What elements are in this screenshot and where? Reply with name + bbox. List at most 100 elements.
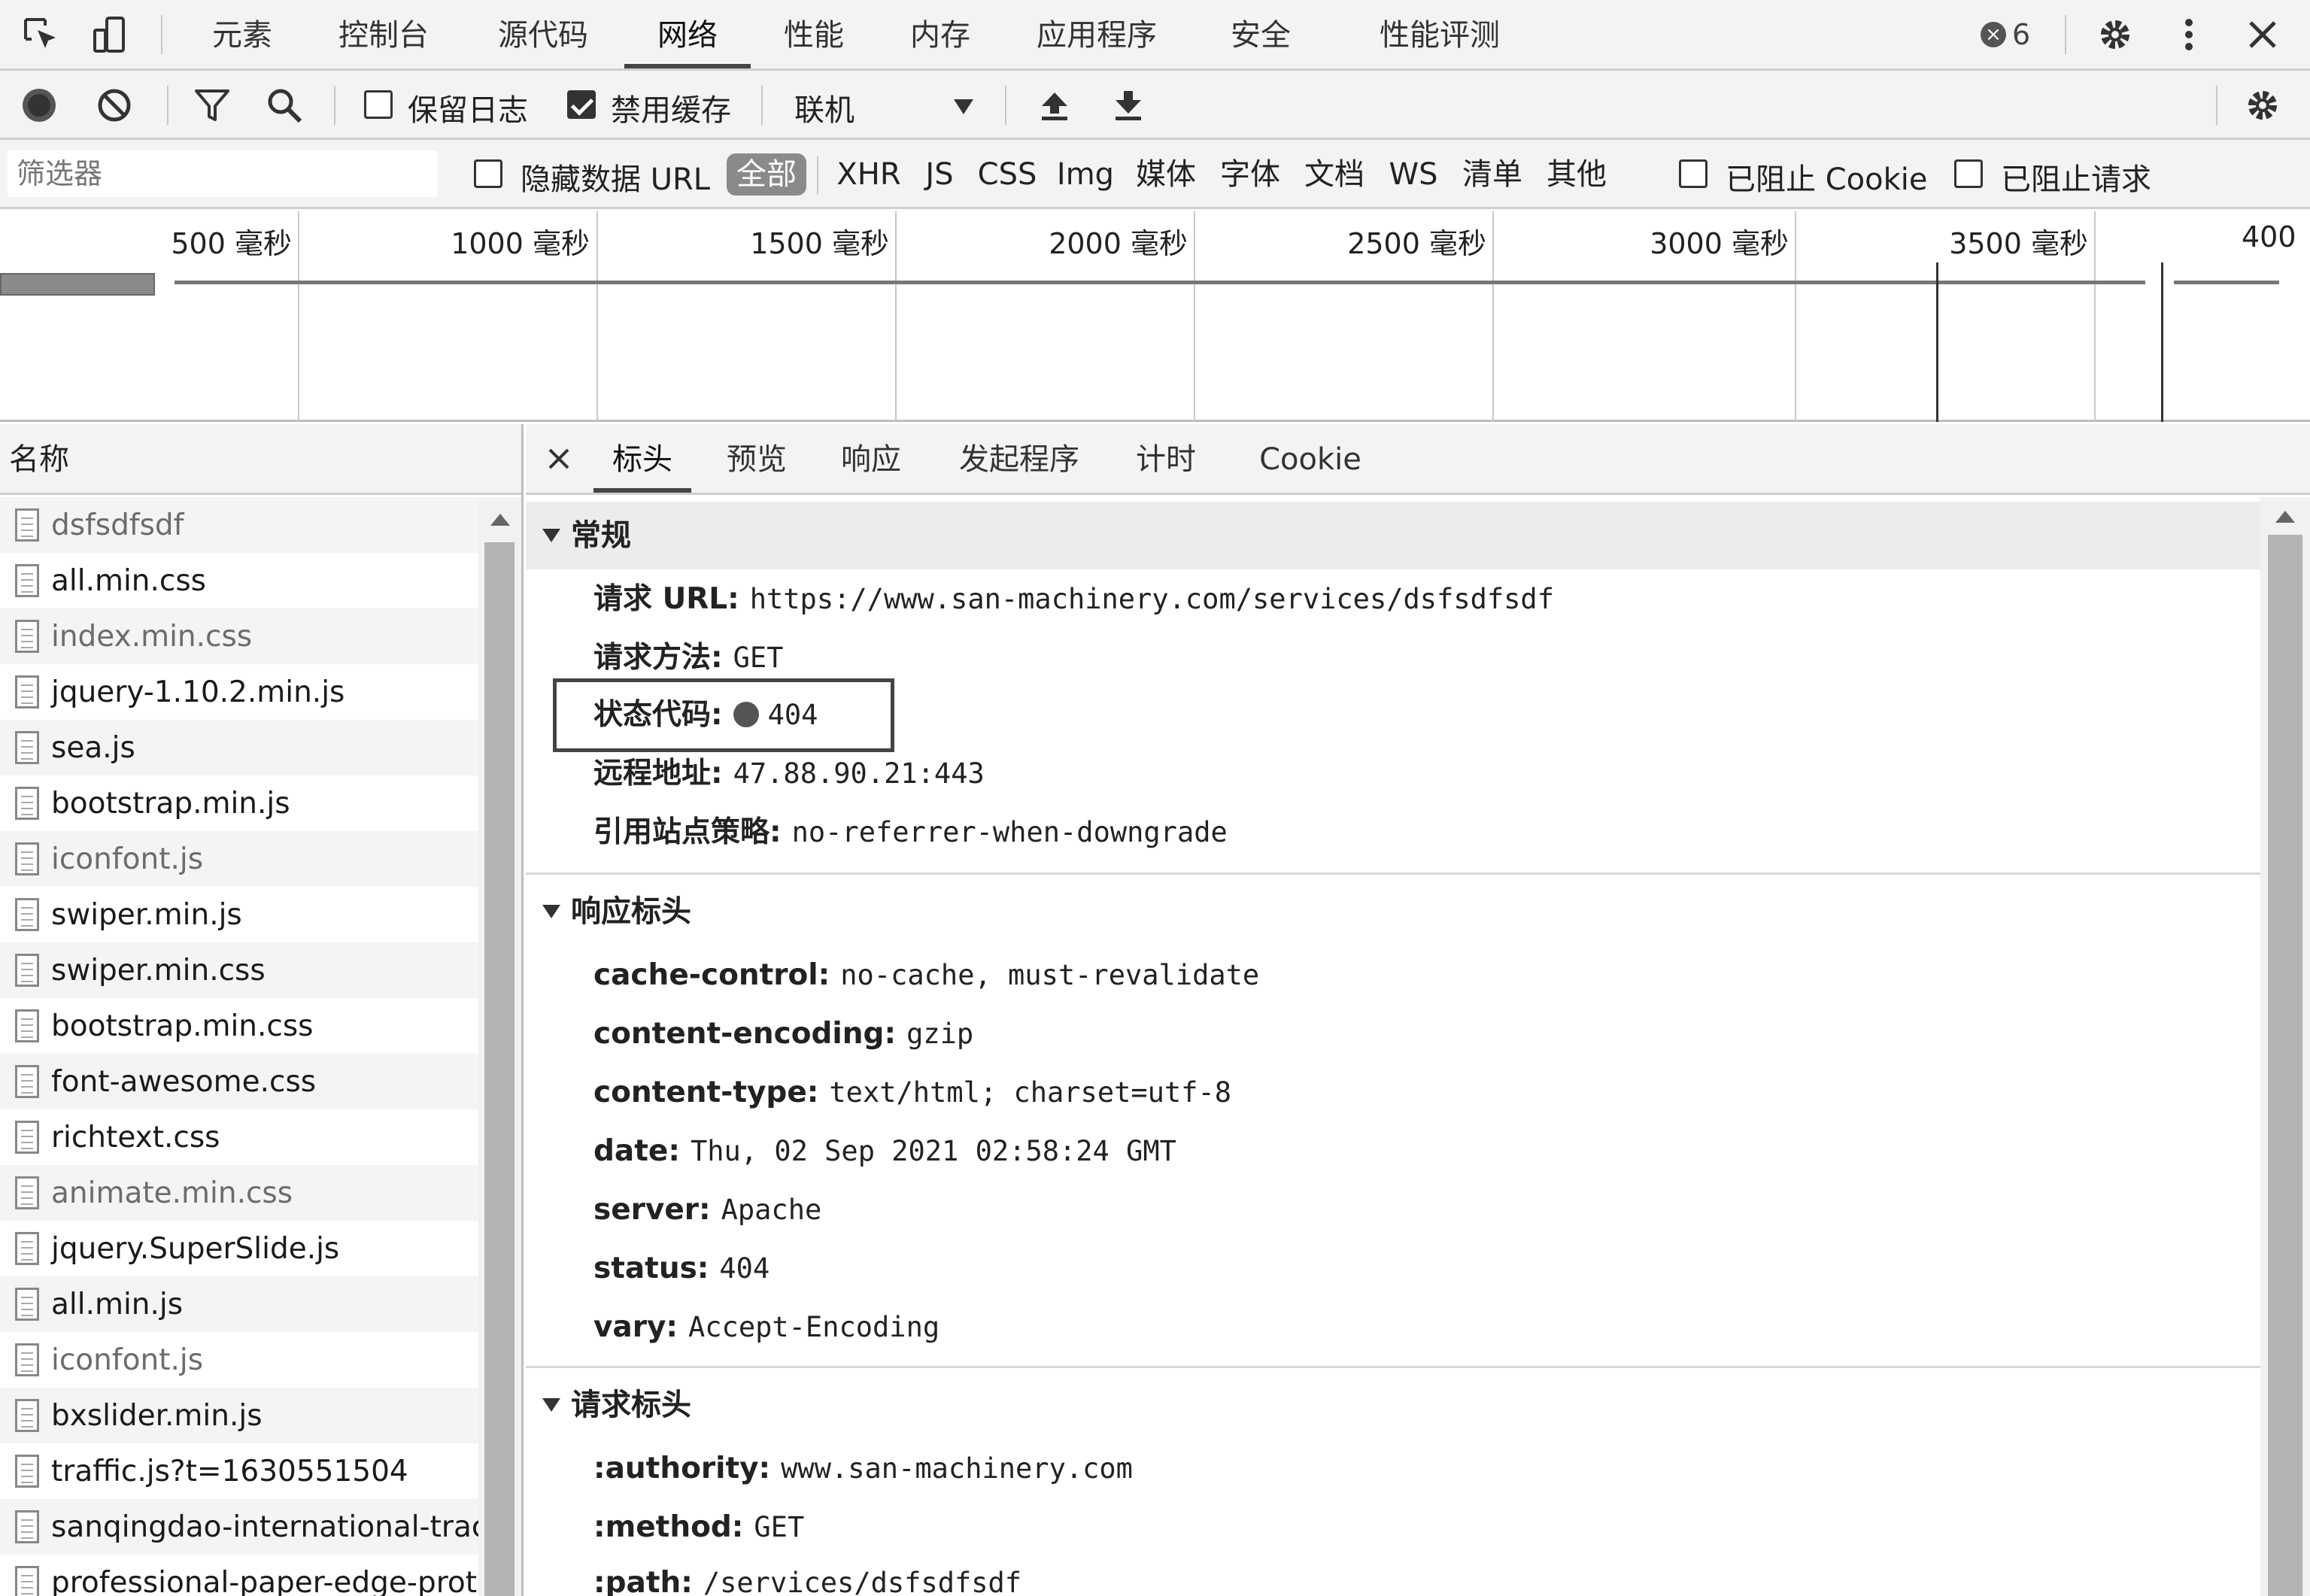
error-counter[interactable]: × 6 (1981, 14, 2030, 56)
request-row[interactable]: swiper.min.js (0, 887, 478, 942)
request-row[interactable]: font-awesome.css (0, 1054, 478, 1109)
request-list-scrollbar[interactable] (478, 497, 521, 1596)
request-headers-section-header[interactable]: 请求标头 (526, 1371, 2260, 1439)
tab-network[interactable]: 网络 (624, 0, 751, 68)
tab-security[interactable]: 安全 (1214, 0, 1307, 68)
request-name: all.min.js (51, 1287, 184, 1321)
tab-sources[interactable]: 源代码 (474, 0, 612, 68)
request-row[interactable]: bootstrap.min.js (0, 775, 478, 831)
scrollbar-thumb[interactable] (484, 542, 515, 1596)
hide-data-url-checkbox[interactable] (474, 159, 502, 188)
scrollbar-thumb[interactable] (2268, 535, 2302, 1596)
file-icon (15, 731, 39, 764)
tab-cookies[interactable]: Cookie (1239, 424, 1382, 493)
request-row[interactable]: sanqingdao-international-trac (0, 1499, 478, 1555)
file-icon (15, 508, 39, 542)
file-icon (15, 787, 39, 820)
header-value: GET (754, 1511, 805, 1543)
header-value: Accept-Encoding (688, 1311, 940, 1343)
header-value: www.san-machinery.com (781, 1452, 1133, 1485)
request-row[interactable]: traffic.js?t=1630551504 (0, 1443, 478, 1499)
tab-headers[interactable]: 标头 (593, 424, 691, 493)
request-row[interactable]: sea.js (0, 720, 478, 775)
search-icon[interactable] (263, 84, 305, 126)
filter-type-manifest[interactable]: 清单 (1458, 153, 1527, 196)
tab-console[interactable]: 控制台 (322, 0, 445, 68)
status-dot-icon (733, 702, 759, 727)
blocked-cookies-checkbox[interactable] (1679, 159, 1707, 188)
inspect-element-icon[interactable] (20, 14, 62, 56)
filter-type-font[interactable]: 字体 (1216, 153, 1285, 196)
tab-application[interactable]: 应用程序 (1028, 0, 1166, 68)
header-key: cache-control: (593, 958, 830, 992)
request-name: swiper.min.css (51, 953, 266, 988)
load-event-marker (2161, 262, 2163, 422)
request-row[interactable]: dsfsdfsdf (0, 497, 478, 553)
request-row[interactable]: professional-paper-edge-prot (0, 1555, 478, 1596)
throttling-select[interactable]: 联机 (790, 83, 978, 128)
general-section-header[interactable]: 常规 (526, 502, 2260, 569)
network-settings-gear-icon[interactable] (2242, 84, 2284, 126)
close-icon[interactable] (2242, 14, 2284, 56)
response-headers-section-header[interactable]: 响应标头 (526, 878, 2260, 945)
clear-icon[interactable] (93, 84, 135, 126)
record-icon[interactable] (18, 84, 60, 126)
timeline-gridline (596, 211, 598, 422)
name-column-header[interactable]: 名称 (0, 424, 521, 495)
request-row[interactable]: index.min.css (0, 608, 478, 664)
scroll-up-arrow-icon[interactable] (490, 514, 510, 526)
request-row[interactable]: bxslider.min.js (0, 1388, 478, 1443)
filter-type-ws[interactable]: WS (1384, 153, 1443, 196)
tab-performance[interactable]: 性能 (767, 0, 861, 68)
network-overview-timeline[interactable]: 500 毫秒 1000 毫秒 1500 毫秒 2000 毫秒 2500 毫秒 3… (0, 211, 2310, 422)
tab-memory[interactable]: 内存 (894, 0, 987, 68)
blocked-requests-checkbox[interactable] (1954, 159, 1983, 188)
request-row[interactable]: richtext.css (0, 1109, 478, 1165)
filter-type-doc[interactable]: 文档 (1300, 153, 1369, 196)
request-row[interactable]: bootstrap.min.css (0, 998, 478, 1054)
request-row[interactable]: animate.min.css (0, 1165, 478, 1221)
filter-type-other[interactable]: 其他 (1542, 153, 1611, 196)
header-key: :method: (593, 1510, 744, 1544)
timeline-gridline (1492, 211, 1494, 422)
file-icon (15, 1455, 39, 1488)
request-row[interactable]: jquery.SuperSlide.js (0, 1221, 478, 1276)
header-key: 远程地址: (593, 757, 723, 790)
tab-timing[interactable]: 计时 (1117, 424, 1215, 493)
disable-cache-checkbox[interactable] (567, 90, 596, 119)
header-key: server: (593, 1193, 711, 1227)
tab-elements[interactable]: 元素 (190, 0, 295, 68)
request-row[interactable]: all.min.js (0, 1276, 478, 1332)
filter-icon[interactable] (191, 84, 233, 126)
upload-icon[interactable] (1034, 84, 1076, 126)
preserve-log-checkbox[interactable] (364, 90, 393, 119)
request-row[interactable]: all.min.css (0, 553, 478, 608)
filter-type-img[interactable]: Img (1055, 153, 1116, 196)
scroll-up-arrow-icon[interactable] (2275, 511, 2295, 523)
file-icon (15, 564, 39, 597)
request-row[interactable]: swiper.min.css (0, 942, 478, 998)
request-row[interactable]: jquery-1.10.2.min.js (0, 664, 478, 720)
filter-type-media[interactable]: 媒体 (1131, 153, 1201, 196)
device-toolbar-icon[interactable] (89, 14, 131, 56)
filter-type-xhr[interactable]: XHR (833, 153, 904, 196)
close-icon[interactable] (538, 438, 580, 480)
tab-response[interactable]: 响应 (822, 424, 920, 493)
request-row[interactable]: iconfont.js (0, 1332, 478, 1388)
filter-input[interactable] (8, 150, 438, 197)
request-name: sea.js (51, 730, 135, 765)
detail-scrollbar[interactable] (2260, 497, 2310, 1596)
tab-lighthouse[interactable]: 性能评测 (1369, 0, 1510, 68)
download-icon[interactable] (1107, 84, 1149, 126)
gear-icon[interactable] (2094, 14, 2136, 56)
header-key: 请求方法: (593, 641, 723, 675)
filter-type-js[interactable]: JS (919, 153, 960, 196)
timeline-tick-label: 2500 毫秒 (1347, 227, 1486, 260)
kebab-menu-icon[interactable] (2168, 14, 2210, 56)
tab-initiator[interactable]: 发起程序 (944, 424, 1094, 493)
network-toolbar: 保留日志 禁用缓存 联机 (0, 71, 2310, 140)
request-row[interactable]: iconfont.js (0, 831, 478, 887)
filter-type-css[interactable]: CSS (975, 153, 1040, 196)
tab-preview[interactable]: 预览 (708, 424, 806, 493)
filter-type-all[interactable]: 全部 (727, 153, 806, 196)
